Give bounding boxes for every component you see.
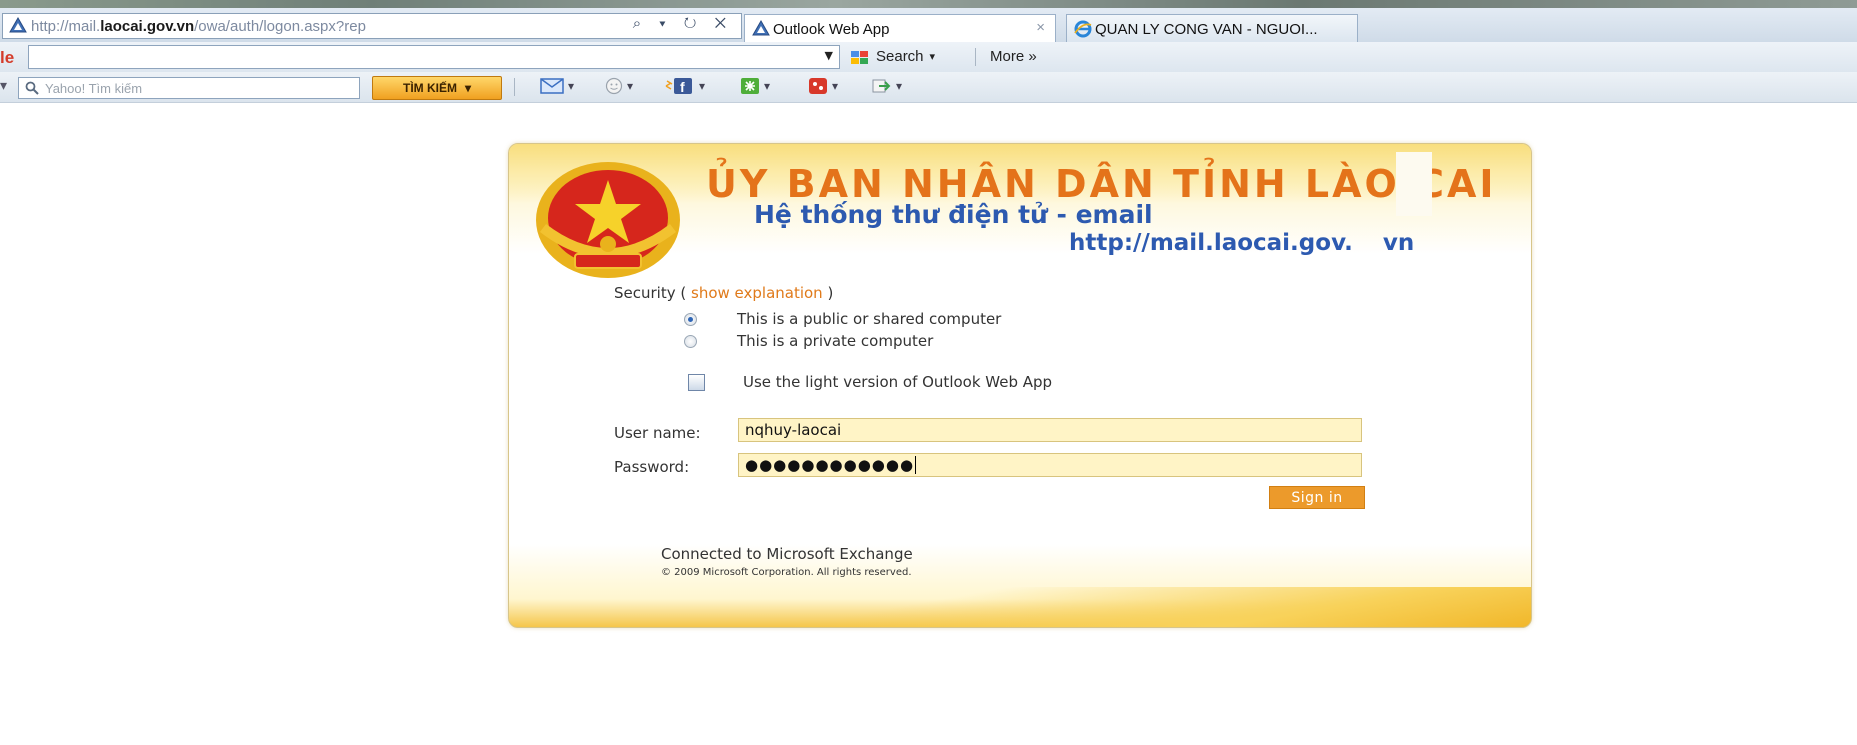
light-version-checkbox[interactable] [688,373,705,391]
share-arrow-icon [872,79,891,93]
security-line: Security ( show explanation ) [614,284,833,302]
tab-title: Outlook Web App [773,20,890,38]
password-field[interactable]: ●●●●●●●●●●●● [738,453,1362,477]
tab-quan-ly-cong-van[interactable]: QUAN LY CONG VAN - NGUOI... [1066,14,1358,43]
username-label: User name: [614,424,701,442]
app-arrow-button[interactable]: ▾ [872,77,902,95]
url-path: /owa/auth/logon.aspx?rep [194,17,366,35]
google-search-icon [851,50,868,64]
yahoo-search-label: TÌM KIẾM [402,81,457,95]
chevron-down-icon: ▾ [896,79,903,93]
facebook-icon: f [665,78,692,95]
show-explanation-link[interactable]: show explanation [691,284,823,302]
sign-in-button[interactable]: Sign in [1269,486,1365,509]
google-search-input[interactable]: ▼ [28,45,840,69]
chevron-down-icon: ▾ [464,81,472,95]
text-caret [915,456,917,474]
toolbar-chevron-icon[interactable]: ▾ [0,78,7,94]
site-url: http://mail.laocai.gov. vn [1069,230,1415,256]
window-top-strip [0,0,1857,8]
app-red-button[interactable]: ▾ [808,77,838,95]
ie-tab-icon [1074,20,1092,42]
address-url[interactable]: http://mail.laocai.gov.vn/owa/auth/logon… [31,18,621,35]
smiley-icon [605,77,623,95]
chevron-down-icon: ▾ [832,79,839,93]
yahoo-search-button[interactable]: TÌM KIẾM ▾ [372,76,502,100]
toolbar-separator [975,48,976,66]
password-label: Password: [614,458,690,476]
security-prefix: Security ( [614,284,687,302]
public-computer-radio[interactable] [684,312,697,326]
address-bar-buttons[interactable]: ⌕ ▾ ↻ ✕ [633,15,733,32]
national-emblem-icon [523,158,693,292]
tab-outlook-web-app[interactable]: Outlook Web App × [744,14,1056,43]
address-bar[interactable]: http://mail.laocai.gov.vn/owa/auth/logon… [2,13,742,39]
connected-text: Connected to Microsoft Exchange [661,545,913,563]
page-warning-icon [9,16,27,37]
url-domain: laocai.gov.vn [100,17,195,35]
facebook-button[interactable]: f ▾ [665,77,705,95]
google-search-label: Search [876,48,924,65]
public-computer-option[interactable]: This is a public or shared computer [684,310,1001,328]
chevron-down-icon: ▾ [627,79,634,93]
toolbar-separator [514,78,515,96]
title-gap [1396,152,1432,216]
username-field[interactable]: nqhuy-laocai [738,418,1362,442]
search-icon [25,81,39,95]
chevron-down-icon: ▾ [568,79,575,93]
outlook-tab-icon [752,19,770,40]
light-version-option[interactable]: Use the light version of Outlook Web App [688,373,1052,391]
app-green-button[interactable]: ▾ [740,77,770,95]
red-app-icon [809,78,827,94]
footer-swoosh [509,587,1531,627]
tab-close-icon[interactable]: × [1036,19,1045,36]
chevron-down-icon: ▾ [929,51,936,63]
dropdown-arrow-icon[interactable]: ▼ [825,49,833,62]
yahoo-mail-button[interactable]: ▾ [540,77,574,95]
private-computer-option[interactable]: This is a private computer [684,332,933,350]
light-version-label: Use the light version of Outlook Web App [743,373,1053,391]
security-suffix: ) [827,284,834,302]
google-logo: le [0,48,15,67]
system-subtitle: Hệ thống thư điện tử - email [754,200,1153,229]
yahoo-messenger-button[interactable]: ▾ [605,77,633,95]
google-more-button[interactable]: More » [990,48,1037,65]
public-computer-label: This is a public or shared computer [737,310,1002,328]
mail-icon [540,78,564,94]
google-toolbar: le ▼ Search ▾ More » [0,42,1857,73]
copyright-text: © 2009 Microsoft Corporation. All rights… [661,567,912,578]
username-value: nqhuy-laocai [745,421,842,439]
login-panel: ỦY BAN NHÂN DÂN TỈNH LÀO CAI Hệ thống th… [508,143,1532,628]
url-prefix: http://mail. [31,17,101,35]
yahoo-toolbar: ▾ Yahoo! Tìm kiếm TÌM KIẾM ▾ ▾ ▾ f ▾ ▾ ▾… [0,72,1857,103]
chevron-down-icon: ▾ [764,79,771,93]
chevron-down-icon: ▾ [699,79,706,93]
private-computer-radio[interactable] [684,334,697,348]
google-search-button[interactable]: Search ▾ [850,48,935,65]
yahoo-search-input[interactable]: Yahoo! Tìm kiếm [18,77,360,99]
tab-title: QUAN LY CONG VAN - NGUOI... [1095,20,1318,38]
password-value: ●●●●●●●●●●●● [745,456,915,474]
svg-text:f: f [680,79,685,95]
yahoo-search-placeholder: Yahoo! Tìm kiếm [45,80,143,96]
green-app-icon [741,78,759,94]
private-computer-label: This is a private computer [737,332,934,350]
